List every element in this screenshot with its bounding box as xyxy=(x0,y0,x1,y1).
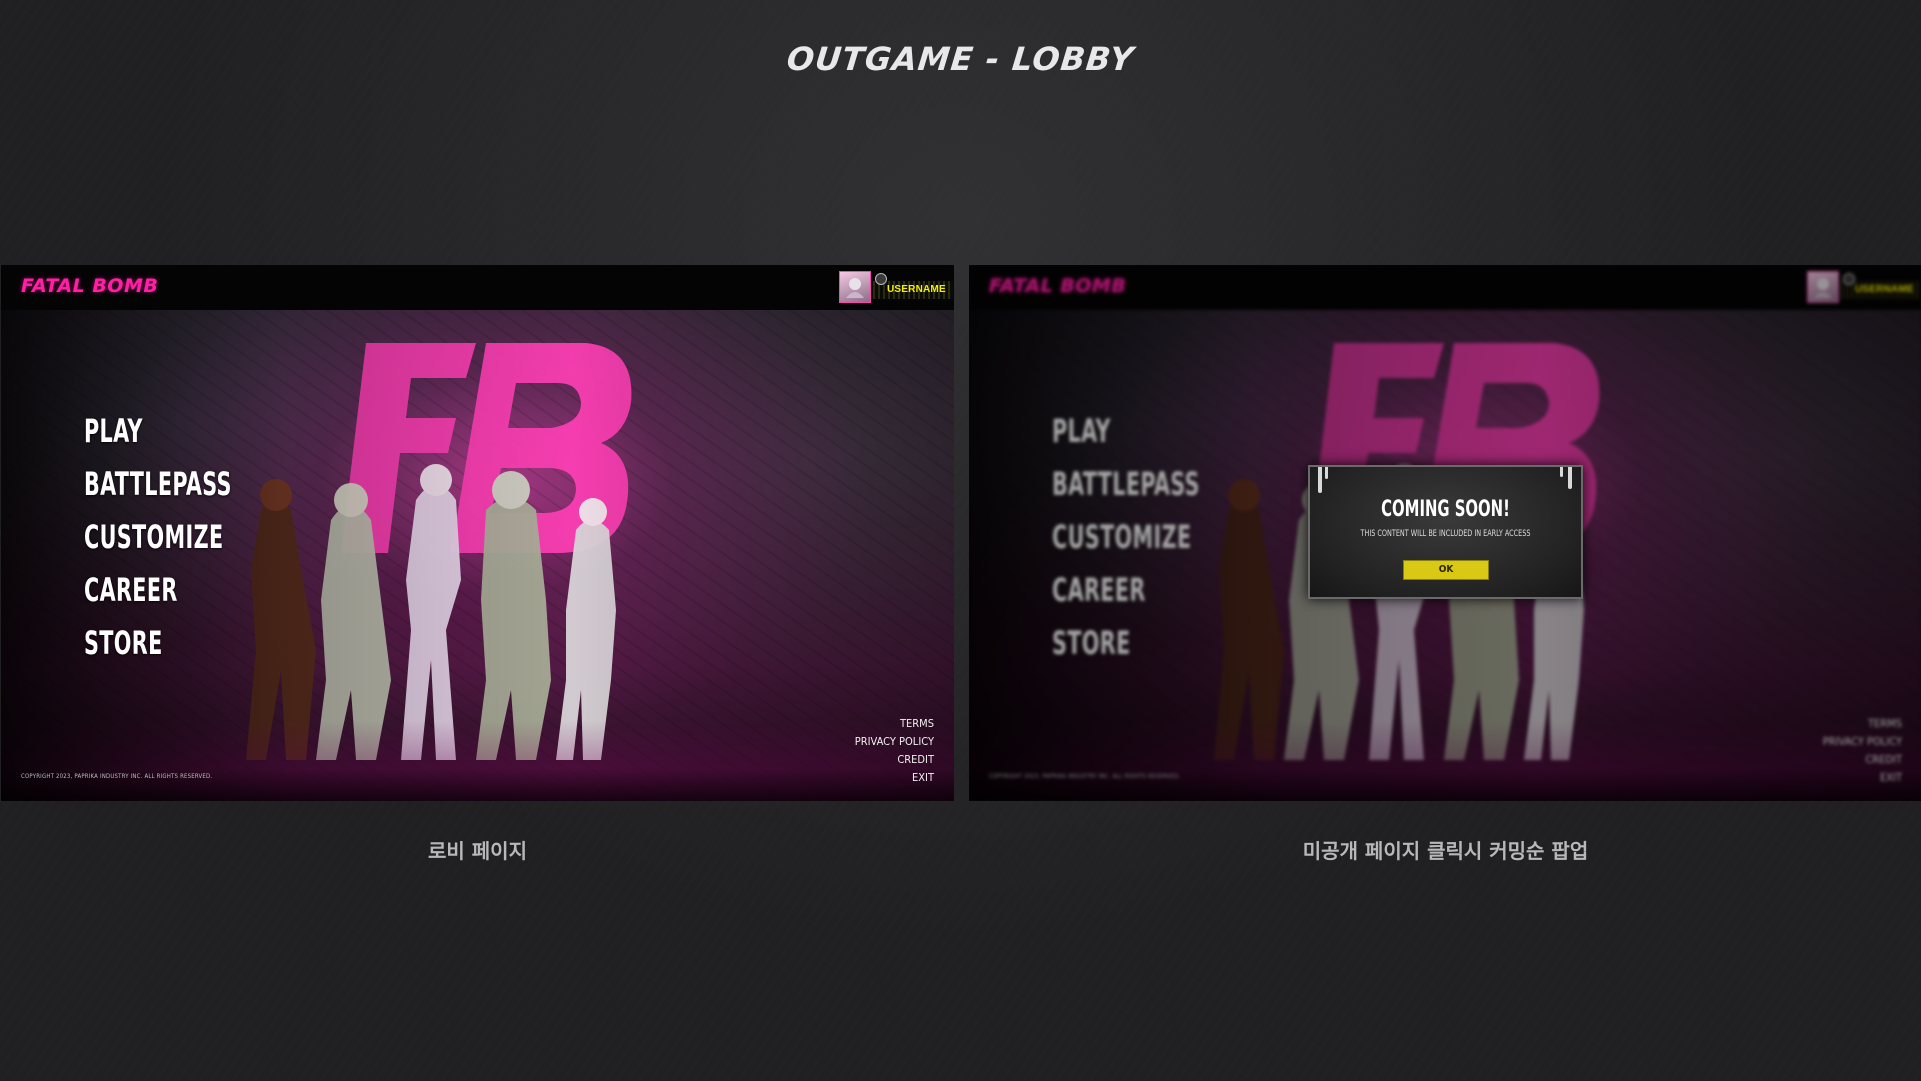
menu-item-battlepass[interactable]: BATTLEPASS xyxy=(84,458,232,511)
terms-link[interactable]: TERMS xyxy=(855,715,934,733)
top-bar: FATAL BOMB USERNAME xyxy=(1,265,954,310)
paint-drip-decoration xyxy=(1325,467,1328,479)
rank-badge-icon xyxy=(875,273,887,285)
character-portrait-icon xyxy=(846,278,864,298)
exit-link[interactable]: EXIT xyxy=(855,769,934,787)
avatar[interactable] xyxy=(839,271,871,303)
footer-links: TERMS PRIVACY POLICY CREDIT EXIT xyxy=(855,715,934,787)
lobby-screen: FATAL BOMB USERNAME PLAY BATTLEPASS CUST… xyxy=(1,265,954,801)
paint-drip-decoration xyxy=(1568,467,1572,489)
paint-drip-decoration xyxy=(1560,467,1563,477)
caption-lobby-page: 로비 페이지 xyxy=(428,839,527,863)
popup-message: THIS CONTENT WILL BE INCLUDED IN EARLY A… xyxy=(1360,529,1531,539)
ok-button[interactable]: OK xyxy=(1403,560,1489,580)
game-logo: FATAL BOMB xyxy=(21,275,159,297)
main-menu: PLAY BATTLEPASS CUSTOMIZE CAREER STORE xyxy=(84,405,289,670)
credit-link[interactable]: CREDIT xyxy=(855,751,934,769)
page-title: OUTGAME - LOBBY xyxy=(785,40,1136,78)
menu-item-customize[interactable]: CUSTOMIZE xyxy=(84,511,232,564)
menu-item-store[interactable]: STORE xyxy=(84,617,232,670)
coming-soon-popup: COMING SOON! THIS CONTENT WILL BE INCLUD… xyxy=(1308,465,1583,599)
copyright-text: COPYRIGHT 2023, PAPRIKA INDUSTRY INC. AL… xyxy=(21,773,213,780)
profile-widget[interactable]: USERNAME xyxy=(839,271,954,304)
lobby-screen-with-popup: FATAL BOMB USERNAME PLAY BATTLEPASS CUST… xyxy=(969,265,1921,801)
username-label: USERNAME xyxy=(887,284,946,295)
popup-title: COMING SOON! xyxy=(1381,497,1510,522)
paint-drip-decoration xyxy=(1318,467,1322,493)
menu-item-play[interactable]: PLAY xyxy=(84,405,232,458)
menu-item-career[interactable]: CAREER xyxy=(84,564,232,617)
caption-coming-soon-popup: 미공개 페이지 클릭시 커밍순 팝업 xyxy=(1302,839,1589,863)
privacy-policy-link[interactable]: PRIVACY POLICY xyxy=(855,733,934,751)
